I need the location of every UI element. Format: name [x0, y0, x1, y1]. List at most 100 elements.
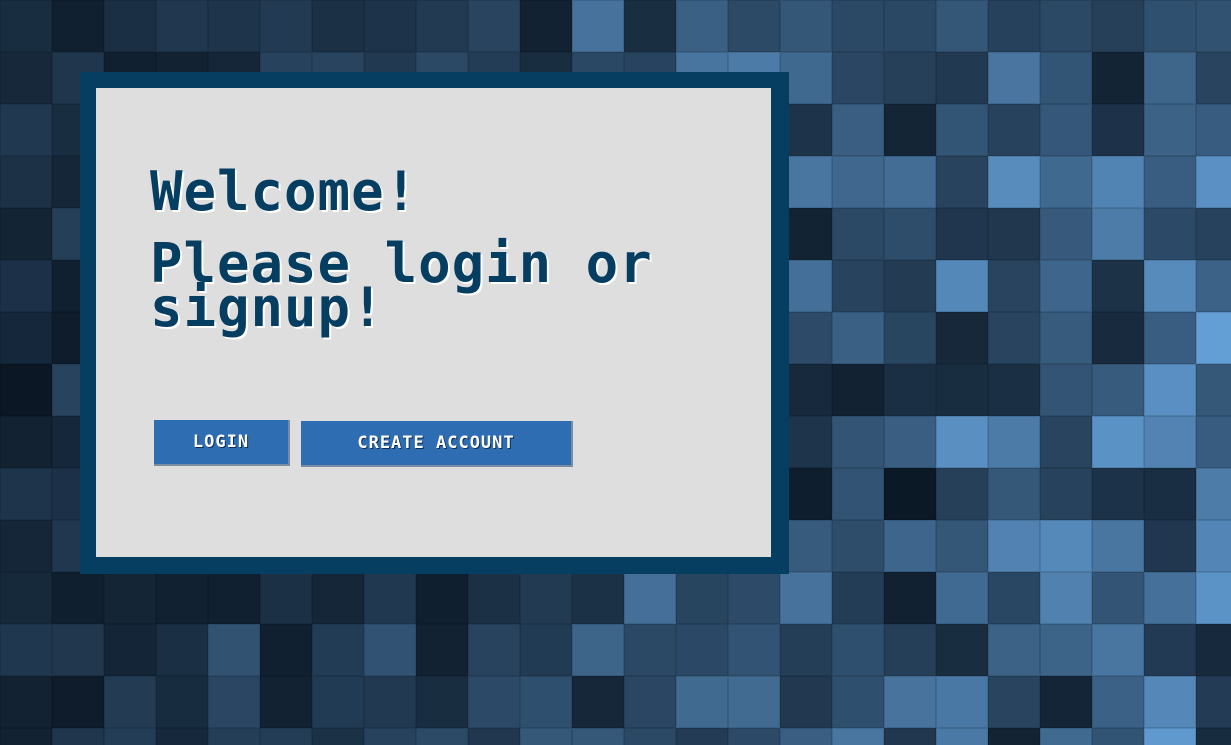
mosaic-tile	[156, 728, 208, 745]
mosaic-tile	[676, 728, 728, 745]
mosaic-tile	[1040, 52, 1092, 104]
mosaic-tile	[104, 676, 156, 728]
mosaic-tile	[1092, 416, 1144, 468]
mosaic-tile	[0, 676, 52, 728]
mosaic-tile	[884, 52, 936, 104]
mosaic-tile	[780, 624, 832, 676]
mosaic-tile	[104, 572, 156, 624]
mosaic-tile	[520, 728, 572, 745]
mosaic-tile	[884, 208, 936, 260]
mosaic-tile	[364, 0, 416, 52]
mosaic-tile	[1040, 208, 1092, 260]
mosaic-tile	[468, 0, 520, 52]
mosaic-tile	[624, 0, 676, 52]
mosaic-tile	[0, 104, 52, 156]
mosaic-tile	[780, 728, 832, 745]
welcome-heading: Welcome!	[150, 160, 419, 223]
mosaic-tile	[624, 676, 676, 728]
mosaic-tile	[1144, 208, 1196, 260]
mosaic-tile	[416, 0, 468, 52]
mosaic-tile	[884, 624, 936, 676]
mosaic-tile	[1040, 260, 1092, 312]
login-button[interactable]: LOGIN	[154, 420, 290, 466]
login-prompt: Please login or signup!	[150, 232, 653, 339]
mosaic-tile	[0, 468, 52, 520]
create-account-button[interactable]: CREATE ACCOUNT	[301, 421, 573, 467]
mosaic-tile	[208, 0, 260, 52]
mosaic-tile	[104, 728, 156, 745]
mosaic-tile	[468, 572, 520, 624]
mosaic-tile	[1144, 0, 1196, 52]
mosaic-tile	[1040, 728, 1092, 745]
mosaic-tile	[936, 52, 988, 104]
mosaic-tile	[1092, 260, 1144, 312]
mosaic-tile	[1196, 104, 1231, 156]
mosaic-tile	[832, 572, 884, 624]
mosaic-tile	[988, 104, 1040, 156]
mosaic-tile	[728, 0, 780, 52]
mosaic-tile	[1144, 364, 1196, 416]
mosaic-tile	[1092, 156, 1144, 208]
mosaic-tile	[156, 676, 208, 728]
mosaic-tile	[728, 728, 780, 745]
mosaic-tile	[312, 624, 364, 676]
mosaic-tile	[832, 0, 884, 52]
mosaic-tile	[1092, 0, 1144, 52]
mosaic-tile	[936, 416, 988, 468]
mosaic-tile	[572, 624, 624, 676]
mosaic-tile	[884, 676, 936, 728]
mosaic-tile	[832, 156, 884, 208]
mosaic-tile	[1040, 104, 1092, 156]
mosaic-tile	[936, 312, 988, 364]
welcome-panel-body: Welcome! Please login or signup! LOGIN C…	[96, 88, 771, 557]
mosaic-tile	[52, 572, 104, 624]
mosaic-tile	[936, 624, 988, 676]
mosaic-tile	[52, 728, 104, 745]
mosaic-tile	[1040, 468, 1092, 520]
mosaic-tile	[988, 156, 1040, 208]
mosaic-tile	[1144, 468, 1196, 520]
mosaic-tile	[988, 676, 1040, 728]
mosaic-tile	[988, 208, 1040, 260]
mosaic-tile	[572, 0, 624, 52]
mosaic-tile	[0, 520, 52, 572]
mosaic-tile	[988, 624, 1040, 676]
mosaic-tile	[156, 624, 208, 676]
mosaic-tile	[416, 728, 468, 745]
mosaic-tile	[1092, 728, 1144, 745]
mosaic-tile	[1040, 572, 1092, 624]
mosaic-tile	[832, 52, 884, 104]
mosaic-tile	[728, 572, 780, 624]
mosaic-tile	[104, 624, 156, 676]
mosaic-tile	[936, 0, 988, 52]
mosaic-tile	[884, 416, 936, 468]
mosaic-tile	[1040, 312, 1092, 364]
mosaic-tile	[884, 0, 936, 52]
mosaic-tile	[0, 364, 52, 416]
mosaic-tile	[884, 468, 936, 520]
mosaic-tile	[1092, 624, 1144, 676]
mosaic-tile	[1144, 520, 1196, 572]
mosaic-tile	[0, 728, 52, 745]
mosaic-tile	[1144, 676, 1196, 728]
mosaic-tile	[936, 572, 988, 624]
mosaic-tile	[1040, 676, 1092, 728]
mosaic-tile	[832, 260, 884, 312]
mosaic-tile	[676, 624, 728, 676]
mosaic-tile	[832, 208, 884, 260]
mosaic-tile	[936, 520, 988, 572]
mosaic-tile	[988, 468, 1040, 520]
mosaic-tile	[1092, 676, 1144, 728]
mosaic-tile	[1040, 624, 1092, 676]
mosaic-tile	[520, 0, 572, 52]
mosaic-tile	[884, 364, 936, 416]
mosaic-tile	[104, 0, 156, 52]
welcome-panel: Welcome! Please login or signup! LOGIN C…	[80, 72, 789, 574]
mosaic-tile	[624, 624, 676, 676]
mosaic-tile	[520, 624, 572, 676]
mosaic-tile	[676, 572, 728, 624]
mosaic-tile	[364, 624, 416, 676]
mosaic-tile	[0, 156, 52, 208]
mosaic-tile	[1196, 208, 1231, 260]
mosaic-tile	[52, 624, 104, 676]
